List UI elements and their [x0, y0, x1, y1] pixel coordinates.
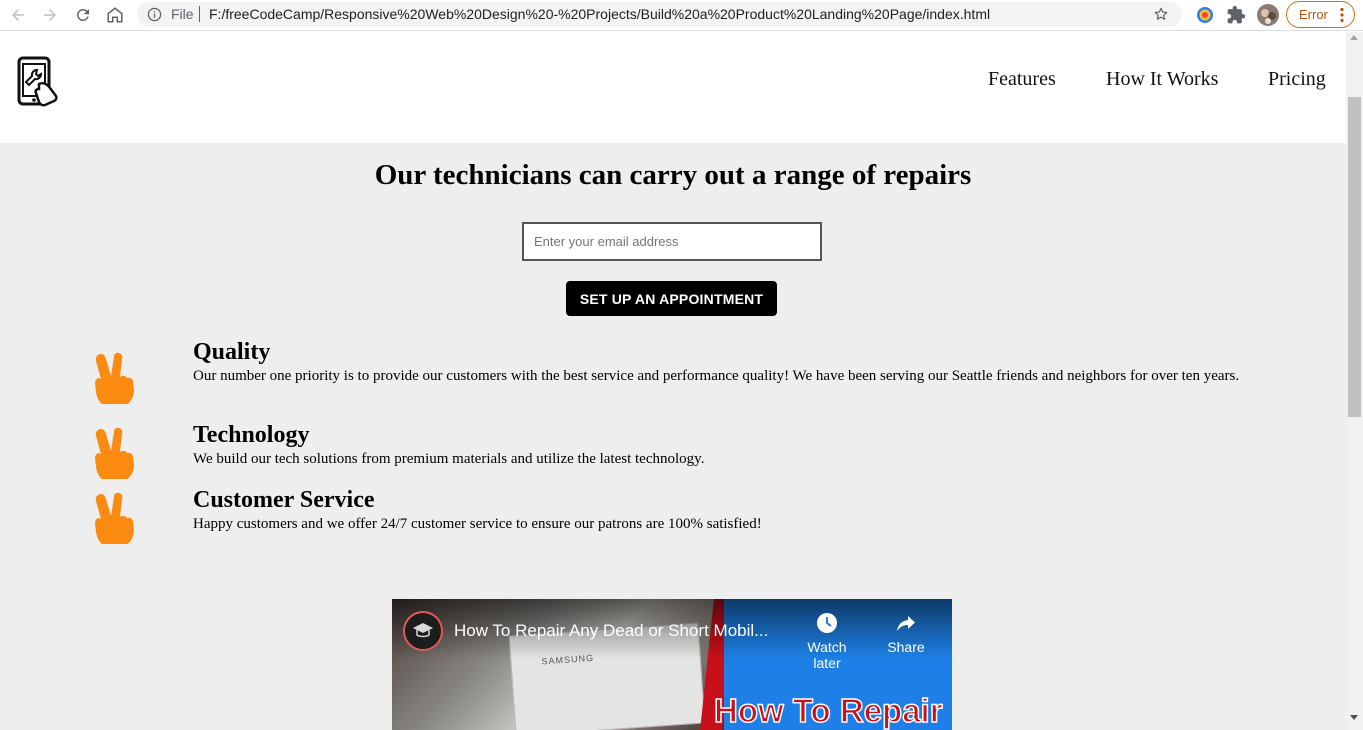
scroll-thumb[interactable] [1348, 97, 1361, 417]
feature-title-technology: Technology [193, 422, 310, 448]
nav-link-pricing[interactable]: Pricing [1268, 67, 1326, 91]
nav-link-how-it-works[interactable]: How It Works [1106, 67, 1218, 91]
arrow-right-icon [44, 9, 56, 21]
video-title[interactable]: How To Repair Any Dead or Short Mobil... [454, 621, 768, 641]
email-input[interactable] [522, 222, 822, 261]
address-separator [199, 6, 200, 22]
appointment-button[interactable]: SET UP AN APPOINTMENT [566, 281, 777, 316]
profile-avatar-icon[interactable] [1257, 4, 1279, 26]
arrow-left-icon [12, 9, 24, 21]
more-vert-icon [1340, 7, 1344, 23]
address-bar[interactable]: File F:/freeCodeCamp/Responsive%20Web%20… [137, 2, 1182, 27]
phone-repair-logo-icon[interactable] [15, 56, 59, 108]
scroll-up-arrow-icon[interactable] [1350, 35, 1358, 40]
page-viewport: Features How It Works Pricing Our techni… [0, 32, 1346, 730]
peace-hand-icon [95, 352, 134, 404]
feature-desc-quality: Our number one priority is to provide ou… [193, 368, 1240, 384]
feature-title-quality: Quality [193, 339, 271, 365]
watch-later-label: Watch later [807, 639, 847, 671]
site-header: Features How It Works Pricing [0, 32, 1346, 143]
home-icon [107, 7, 123, 23]
file-label: File [171, 6, 194, 22]
clock-icon [817, 613, 837, 633]
browser-toolbar: File F:/freeCodeCamp/Responsive%20Web%20… [0, 0, 1363, 31]
address-url[interactable]: F:/freeCodeCamp/Responsive%20Web%20Desig… [209, 7, 990, 22]
puzzle-icon[interactable] [1226, 5, 1246, 25]
video-embed[interactable]: SAMSUNG How To Repair Any Dead or Short … [392, 599, 952, 730]
channel-avatar[interactable] [403, 611, 443, 651]
error-label: Error [1299, 7, 1328, 22]
video-thumbnail-text: How To Repair [713, 691, 943, 730]
graduation-cap-icon [413, 623, 433, 638]
back-button[interactable] [6, 3, 30, 27]
scroll-down-arrow-icon[interactable] [1350, 715, 1358, 720]
reload-icon [76, 8, 89, 21]
share-arrow-icon [897, 616, 915, 631]
feature-desc-customer-service: Happy customers and we offer 24/7 custom… [193, 516, 762, 532]
watch-later-button[interactable]: Watch later [792, 611, 862, 671]
hero-title: Our technicians can carry out a range of… [374, 159, 972, 191]
forward-button[interactable] [38, 3, 62, 27]
share-button[interactable]: Share [871, 611, 941, 655]
info-icon[interactable] [147, 7, 162, 22]
peace-hand-icon [95, 427, 134, 479]
page-scrollbar[interactable] [1346, 32, 1363, 730]
peace-hand-icon [95, 492, 134, 544]
error-button[interactable]: Error [1286, 1, 1355, 28]
feature-title-customer-service: Customer Service [193, 487, 375, 513]
reload-button[interactable] [71, 3, 95, 27]
feature-desc-technology: We build our tech solutions from premium… [193, 451, 705, 467]
extension-color-icon[interactable] [1195, 5, 1215, 25]
share-label: Share [887, 639, 925, 655]
star-icon[interactable] [1153, 6, 1169, 22]
home-button[interactable] [103, 3, 127, 27]
nav-link-features[interactable]: Features [988, 67, 1056, 91]
